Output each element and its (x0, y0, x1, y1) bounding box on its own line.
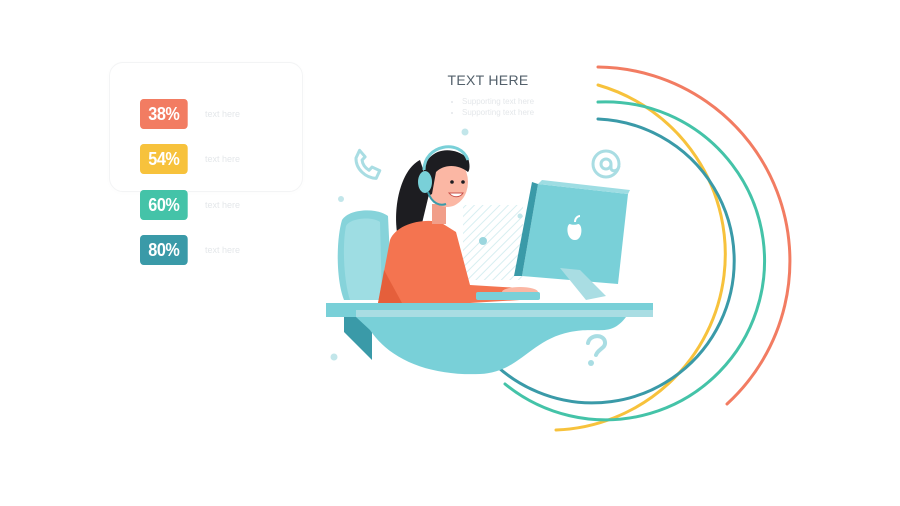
at-sign-icon (591, 149, 621, 179)
phone-icon (354, 148, 382, 180)
question-mark-icon (586, 334, 608, 366)
keyboard (476, 292, 540, 300)
hatch-backdrop (463, 205, 523, 280)
slide: 38% text here 54% text here 60% text her… (0, 0, 900, 506)
support-illustration (326, 65, 792, 432)
